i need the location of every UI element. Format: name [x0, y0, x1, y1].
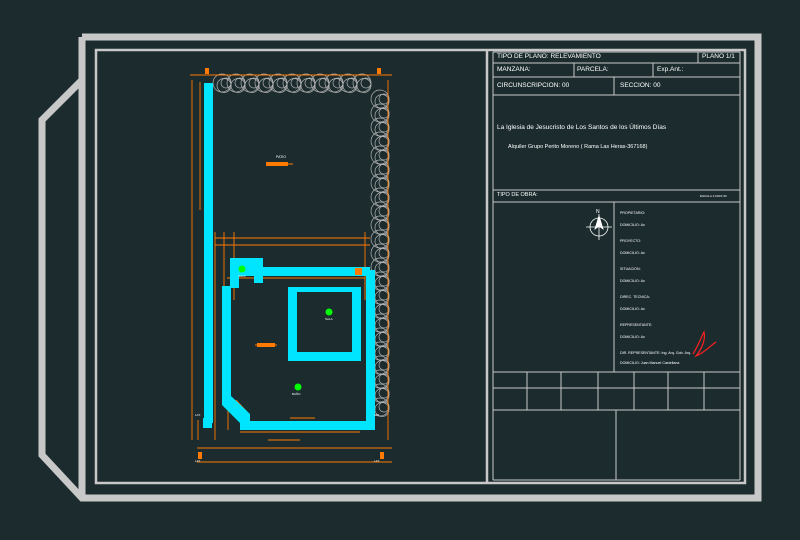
svg-text:N: N: [596, 209, 600, 215]
tree-symbol: [370, 215, 390, 235]
tree-symbol: [370, 229, 390, 249]
tree-symbol: [212, 73, 232, 93]
sheet-frame: [38, 33, 762, 502]
tree-symbol: [370, 103, 390, 123]
field-6: DOMICILIO: Av.: [620, 279, 646, 283]
field-5: SITUACION:: [620, 267, 641, 271]
seccion-label: SECCION: 00: [620, 82, 661, 89]
field-1: PROPIETARIO:: [620, 211, 646, 215]
manzana-label: MANZANA:: [497, 66, 531, 73]
field-3: PROYECTO:: [620, 239, 642, 243]
title-block-grid: [492, 51, 741, 481]
tipo-plano-label: TIPO DE PLANO: RELEVAMIENTO: [497, 53, 601, 60]
tree-symbol: [226, 73, 246, 93]
room-label-2: SALA: [238, 274, 246, 278]
axis-label-2: LAT.: [374, 413, 380, 417]
tree-symbol: [370, 201, 390, 221]
tree-symbol: [324, 73, 344, 93]
tree-symbol: [370, 173, 390, 193]
field-11: DIR. REPRESENTANTE: Ing. Arq. Gob. Arq.: [620, 351, 692, 355]
tree-symbol: [370, 159, 390, 179]
church-name: La Iglesia de Jesucristo de Los Santos d…: [497, 124, 667, 131]
axis-label-4: LAT.: [374, 459, 380, 463]
walls: [203, 83, 375, 430]
room-label-1: SALA: [325, 317, 333, 321]
parcela-label: PARCELA:: [577, 66, 609, 73]
patio-label: PATIO: [276, 155, 286, 159]
alquiler-label: Alquiler Grupo Perito Moreno ( Rama Las …: [508, 144, 648, 150]
cad-drawing: N: [38, 33, 762, 502]
tree-symbol: [370, 145, 390, 165]
tree-symbol: [338, 73, 358, 93]
tree-symbol: [296, 73, 316, 93]
field-10: DOMICILIO: Av.: [620, 335, 646, 339]
escala-label: ESCALA 1:100/1:50: [700, 194, 727, 198]
plano-number: PLANO 1/1: [702, 53, 735, 60]
axis-label-1: LAT.: [195, 413, 201, 417]
room-markers: [238, 265, 333, 391]
field-7: DIREC. TECNICA:: [620, 295, 650, 299]
cad-viewport[interactable]: N TIPO DE PLANO: RELEVAMIENTO PLANO 1/1 …: [0, 0, 800, 535]
exp-ant-label: Exp.Ant.:: [657, 66, 684, 73]
room-label-3: BAÑO: [292, 392, 301, 396]
field-8: DOMICILIO: Av.: [620, 307, 646, 311]
signature: [692, 330, 717, 358]
tree-symbol: [370, 117, 390, 137]
tree-symbol: [240, 73, 260, 93]
tree-symbol: [370, 187, 390, 207]
circunscripcion-label: CIRCUNSCRIPCION: 00: [497, 82, 570, 89]
tree-symbol: [370, 89, 390, 109]
field-2: DOMICILIO: Av.: [620, 223, 646, 227]
tipo-obra-label: TIPO DE OBRA:: [497, 192, 538, 198]
field-12: DOMICILIO: Juan Manuel Castellana: [620, 361, 680, 365]
field-9: REPRESENTANTE:: [620, 323, 653, 327]
tree-symbol: [254, 73, 274, 93]
sheet-inner-frame: [94, 48, 747, 485]
axis-label-3: LAT.: [195, 459, 201, 463]
north-arrow-icon: N: [586, 209, 612, 240]
tree-symbol: [282, 73, 302, 93]
tree-symbol: [268, 73, 288, 93]
tree-symbol: [370, 131, 390, 151]
tree-symbol: [352, 73, 372, 93]
tree-symbol: [370, 243, 390, 263]
field-4: DOMICILIO: Av.: [620, 251, 646, 255]
tree-symbol: [310, 73, 330, 93]
